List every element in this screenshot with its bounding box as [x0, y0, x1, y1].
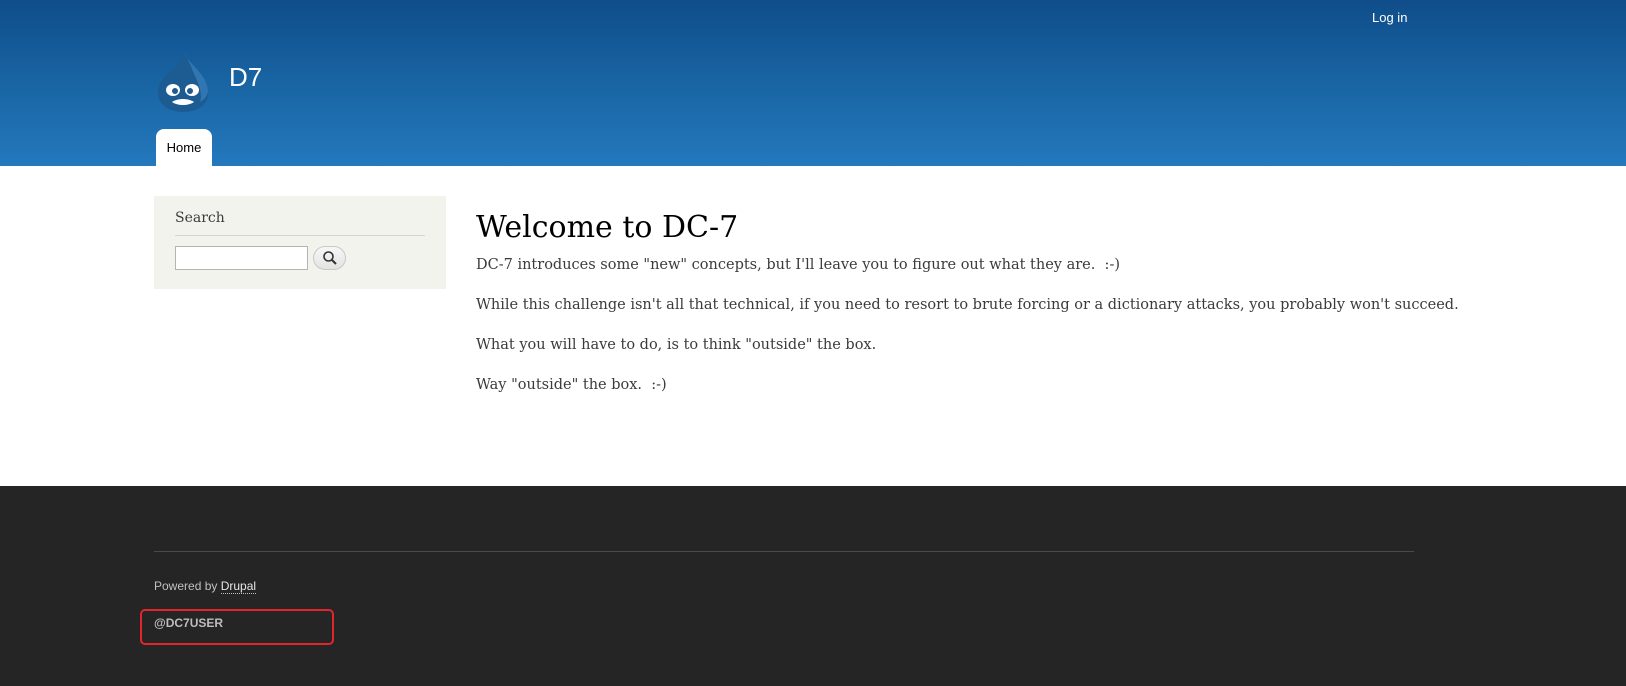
login-link[interactable]: Log in [1372, 10, 1407, 25]
site-header: Log in D7 Home [0, 0, 1626, 166]
search-input[interactable] [175, 246, 308, 270]
page-title: Welcome to DC-7 [476, 210, 739, 245]
main-content: Welcome to DC-7 DC-7 introduces some "ne… [476, 208, 1459, 393]
paragraph: DC-7 introduces some "new" concepts, but… [476, 257, 1120, 273]
paragraph: While this challenge isn't all that tech… [476, 297, 1459, 313]
drupal-link[interactable]: Drupal [220, 579, 257, 594]
paragraph: Way "outside" the box. :-) [476, 377, 667, 393]
site-footer: Powered by Drupal @DC7USER [0, 486, 1626, 686]
footer-username: @DC7USER [154, 616, 224, 630]
tab-home[interactable]: Home [156, 129, 212, 166]
footer-divider [154, 551, 1414, 552]
site-name[interactable]: D7 [229, 62, 262, 92]
drupal-drop-icon[interactable] [154, 50, 212, 114]
search-block-title: Search [175, 210, 225, 226]
search-button[interactable] [313, 246, 346, 270]
powered-by: Powered by Drupal [154, 579, 257, 594]
powered-by-label: Powered by [154, 579, 221, 593]
divider [175, 235, 425, 236]
paragraph: What you will have to do, is to think "o… [476, 337, 877, 353]
search-icon [322, 251, 337, 265]
search-block: Search [154, 196, 446, 289]
